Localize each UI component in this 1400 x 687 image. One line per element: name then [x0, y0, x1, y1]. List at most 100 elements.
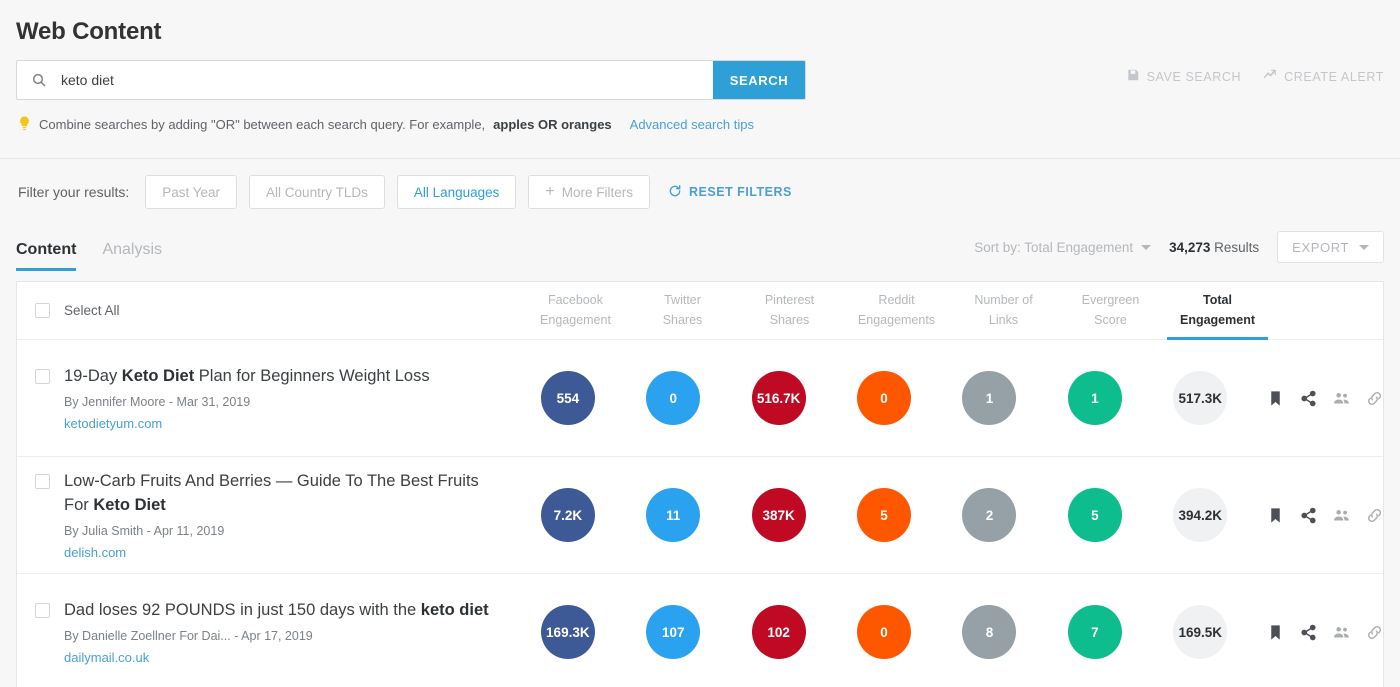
metric-cell-total: 394.2K — [1148, 488, 1253, 542]
plus-icon: + — [545, 183, 555, 200]
table-body: 19-Day Keto Diet Plan for Beginners Weig… — [17, 340, 1383, 687]
bookmark-icon[interactable] — [1267, 507, 1284, 524]
metric-cell-evergreen: 7 — [1042, 605, 1147, 659]
column-header-facebook[interactable]: Facebook Engagement — [522, 282, 629, 339]
metric-cell-facebook: 7.2K — [515, 488, 620, 542]
row-title-highlight: Keto Diet — [93, 496, 166, 514]
row-title[interactable]: Low-Carb Fruits And Berries — Guide To T… — [64, 470, 491, 518]
filter-chip-languages[interactable]: All Languages — [396, 175, 517, 209]
row-domain-link[interactable]: ketodietyum.com — [64, 416, 430, 431]
column-header-line1: Evergreen — [1081, 293, 1140, 308]
tab-analysis[interactable]: Analysis — [102, 241, 162, 271]
bookmark-icon[interactable] — [1267, 624, 1284, 641]
create-alert-label: CREATE ALERT — [1284, 69, 1384, 84]
column-header-line2: Engagements — [857, 313, 936, 327]
column-header-line2: Score — [1094, 313, 1127, 327]
save-search-button[interactable]: SAVE SEARCH — [1126, 68, 1242, 85]
filter-chip-country-tlds[interactable]: All Country TLDs — [249, 175, 385, 209]
people-icon[interactable] — [1333, 390, 1350, 407]
create-alert-button[interactable]: CREATE ALERT — [1263, 68, 1384, 85]
link-icon[interactable] — [1366, 624, 1383, 641]
row-title[interactable]: 19-Day Keto Diet Plan for Beginners Weig… — [64, 365, 430, 389]
row-domain-link[interactable]: dailymail.co.uk — [64, 650, 489, 665]
metric-cell-facebook: 554 — [515, 371, 620, 425]
link-icon[interactable] — [1366, 390, 1383, 407]
trending-up-icon — [1263, 68, 1277, 85]
column-header-twitter[interactable]: Twitter Shares — [629, 282, 736, 339]
page-title: Web Content — [16, 18, 162, 45]
row-title-cell: Dad loses 92 POUNDS in just 150 days wit… — [17, 599, 515, 665]
reset-filters-label: RESET FILTERS — [689, 185, 792, 199]
export-button[interactable]: EXPORT — [1277, 231, 1384, 263]
filter-chip-past-year[interactable]: Past Year — [145, 175, 238, 209]
chevron-down-icon — [1141, 244, 1152, 250]
table-row[interactable]: Low-Carb Fruits And Berries — Guide To T… — [17, 457, 1383, 574]
row-checkbox[interactable] — [35, 369, 50, 385]
select-all-label: Select All — [64, 303, 120, 318]
row-title[interactable]: Dad loses 92 POUNDS in just 150 days wit… — [64, 599, 489, 623]
metric-bubble: 516.7K — [751, 371, 806, 425]
metric-header-cells: Facebook Engagement Twitter Shares Pinterest… — [522, 282, 1271, 340]
column-header-line1: Number of — [974, 293, 1033, 308]
filter-chip-label: More Filters — [561, 184, 634, 200]
search-button[interactable]: SEARCH — [713, 61, 805, 99]
metric-cell-number-of: 2 — [937, 488, 1042, 542]
column-header-evergreen[interactable]: Evergreen Score — [1057, 282, 1164, 339]
metric-bubble: 0 — [646, 371, 701, 425]
reset-filters-button[interactable]: RESET FILTERS — [668, 184, 792, 201]
export-label: EXPORT — [1292, 239, 1349, 255]
search-input[interactable] — [47, 61, 713, 99]
lightbulb-icon — [18, 116, 31, 132]
select-all-checkbox[interactable] — [35, 303, 50, 318]
tabs: Content Analysis — [16, 241, 162, 271]
row-title-block: Dad loses 92 POUNDS in just 150 days wit… — [64, 599, 489, 665]
select-all-control[interactable]: Select All — [35, 303, 120, 318]
row-checkbox[interactable] — [35, 474, 50, 490]
people-icon[interactable] — [1333, 624, 1350, 641]
row-domain-link[interactable]: delish.com — [64, 545, 491, 560]
row-title-highlight: Keto Diet — [121, 367, 195, 386]
bookmark-icon[interactable] — [1267, 390, 1284, 407]
tabs-row: Content Analysis Sort by: Total Engageme… — [0, 209, 1400, 271]
table-header-row: Select All Facebook Engagement Twitter Shar… — [17, 282, 1383, 340]
metric-bubble: 11 — [646, 488, 701, 542]
row-title-highlight: keto diet — [420, 601, 489, 620]
metric-bubble: 517.3K — [1173, 371, 1228, 425]
share-icon[interactable] — [1300, 390, 1317, 407]
column-header-total[interactable]: Total Engagement — [1164, 282, 1271, 340]
results-suffix: Results — [1214, 239, 1260, 255]
row-title-cell: 19-Day Keto Diet Plan for Beginners Weig… — [17, 365, 515, 431]
search-icon — [31, 72, 47, 88]
filter-chip-more-filters[interactable]: + More Filters — [528, 175, 651, 209]
row-title-cell: Low-Carb Fruits And Berries — Guide To T… — [17, 470, 515, 560]
metric-cell-evergreen: 1 — [1042, 371, 1147, 425]
advanced-search-tips-link[interactable]: Advanced search tips — [630, 117, 754, 132]
metric-cell-pinterest: 516.7K — [726, 371, 831, 425]
metric-cell-twitter: 11 — [621, 488, 726, 542]
column-header-line1: Facebook — [548, 293, 603, 308]
link-icon[interactable] — [1366, 507, 1383, 524]
row-actions — [1253, 390, 1383, 407]
table-row[interactable]: 19-Day Keto Diet Plan for Beginners Weig… — [17, 340, 1383, 457]
tab-content[interactable]: Content — [16, 241, 77, 271]
column-header-pinterest[interactable]: Pinterest Shares — [736, 282, 843, 339]
sort-by-dropdown[interactable]: Sort by: Total Engagement — [974, 240, 1152, 255]
people-icon[interactable] — [1333, 507, 1350, 524]
row-byline: By Danielle Zoellner For Dai... - Apr 17… — [64, 628, 313, 643]
metric-cell-reddit: 0 — [831, 605, 936, 659]
column-header-reddit[interactable]: Reddit Engagements — [843, 282, 950, 339]
table-row[interactable]: Dad loses 92 POUNDS in just 150 days wit… — [17, 574, 1383, 687]
metric-bubble: 5 — [857, 488, 912, 542]
column-header-number-of[interactable]: Number of Links — [950, 282, 1057, 339]
share-icon[interactable] — [1300, 624, 1317, 641]
metric-bubble: 107 — [646, 605, 701, 659]
metric-cell-number-of: 1 — [937, 371, 1042, 425]
save-search-label: SAVE SEARCH — [1146, 69, 1242, 84]
row-title-plain: Dad loses 92 POUNDS in just 150 days wit… — [64, 601, 421, 620]
metric-bubble: 0 — [857, 371, 912, 425]
share-icon[interactable] — [1300, 507, 1317, 524]
row-actions — [1253, 624, 1383, 641]
row-checkbox[interactable] — [35, 603, 50, 619]
metric-cell-total: 517.3K — [1148, 371, 1253, 425]
search-input-wrap — [17, 61, 713, 99]
